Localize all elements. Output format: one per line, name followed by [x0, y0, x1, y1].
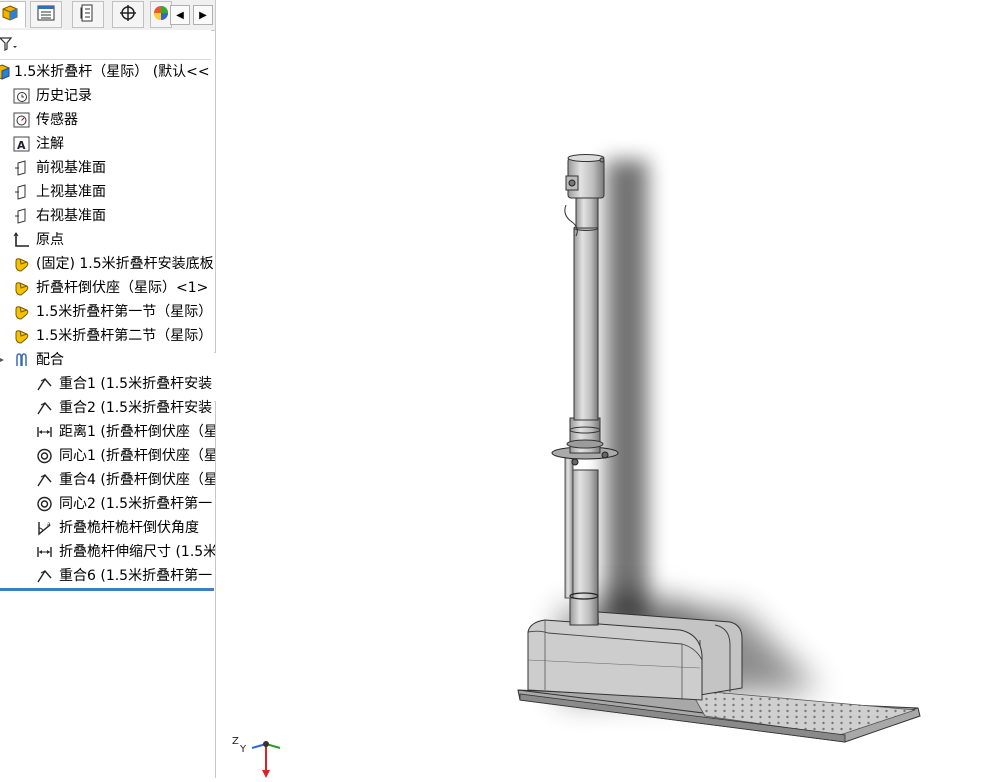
- mate-item-label: 同心1 (折叠杆倒伏座（星: [59, 448, 215, 464]
- distance-icon: [36, 544, 53, 560]
- mate-item-coincident-6[interactable]: 重合6 (1.5米折叠杆第一: [0, 564, 215, 588]
- feature-tree: 1.5米折叠杆（星际） (默认<< 历史记录 传感器 A 注解 前视基准面 上视…: [0, 60, 215, 588]
- tree-item-base-plate[interactable]: (固定) 1.5米折叠杆安装底板: [0, 252, 215, 276]
- triangle-left-icon: ◀: [176, 9, 184, 21]
- tree-item-label: 1.5米折叠杆第一节（星际）: [36, 304, 213, 320]
- tree-item-label: 1.5米折叠杆第二节（星际）: [36, 328, 213, 344]
- mates-icon: [13, 352, 30, 368]
- mate-item-distance-1[interactable]: 距离1 (折叠杆倒伏座（星: [0, 420, 215, 444]
- coincident-icon: [36, 568, 53, 584]
- svg-text:A: A: [17, 139, 26, 152]
- tree-root-label: 1.5米折叠杆（星际） (默认<<: [14, 64, 210, 80]
- concentric-icon: [36, 496, 53, 512]
- coincident-icon: [36, 472, 53, 488]
- tabs-scroll-left-button[interactable]: ◀: [170, 5, 190, 25]
- mast-section-one[interactable]: [564, 457, 599, 626]
- mate-item-coincident-4[interactable]: 重合4 (折叠杆倒伏座（星: [0, 468, 215, 492]
- mate-item-label: 重合2 (1.5米折叠杆安装: [59, 400, 213, 416]
- crosshair-icon: [119, 4, 137, 26]
- base-plate[interactable]: [517, 689, 921, 743]
- annotation-icon: A: [13, 136, 30, 152]
- tree-root-assembly[interactable]: 1.5米折叠杆（星际） (默认<<: [0, 60, 215, 84]
- tree-item-label: 历史记录: [36, 88, 92, 104]
- tree-item-top-plane[interactable]: 上视基准面: [0, 180, 215, 204]
- mast-top-head[interactable]: [564, 154, 605, 237]
- tree-item-front-plane[interactable]: 前视基准面: [0, 156, 215, 180]
- plane-icon: [13, 208, 30, 224]
- triangle-right-icon: ▶: [199, 9, 207, 21]
- tree-item-section-one[interactable]: 1.5米折叠杆第一节（星际）: [0, 300, 215, 324]
- filter-icon[interactable]: [0, 37, 18, 55]
- tree-item-right-plane[interactable]: 右视基准面: [0, 204, 215, 228]
- mate-item-label: 重合6 (1.5米折叠杆第一: [59, 568, 213, 584]
- mate-item-label: 同心2 (1.5米折叠杆第一: [59, 496, 213, 512]
- configuration-manager-tab[interactable]: [72, 1, 104, 28]
- mate-item-label: 重合1 (1.5米折叠杆安装: [59, 376, 213, 392]
- svg-text:a: a: [47, 521, 51, 528]
- history-icon: [13, 88, 30, 104]
- coincident-icon: [36, 376, 53, 392]
- view-triad: Z Y: [228, 730, 288, 782]
- collapse-icon[interactable]: [0, 352, 6, 368]
- distance-icon: [36, 424, 53, 440]
- tree-item-mates[interactable]: 配合: [0, 348, 215, 372]
- concentric-icon: [36, 448, 53, 464]
- tree-item-label: 原点: [36, 232, 64, 248]
- mate-item-concentric-2[interactable]: 同心2 (1.5米折叠杆第一: [0, 492, 215, 516]
- base-housing[interactable]: [527, 619, 703, 701]
- mate-item-label: 折叠桅杆桅杆倒伏角度: [59, 520, 199, 536]
- part-icon: [13, 304, 30, 320]
- tabs-scroll-right-button[interactable]: ▶: [193, 5, 213, 25]
- tree-item-origin[interactable]: 原点: [0, 228, 215, 252]
- tree-item-label: (固定) 1.5米折叠杆安装底板: [36, 256, 214, 272]
- plane-icon: [13, 184, 30, 200]
- feature-manager-tab[interactable]: [0, 1, 26, 28]
- mate-item-label: 距离1 (折叠杆倒伏座（星: [59, 424, 215, 440]
- tree-item-label: 折叠杆倒伏座（星际）<1>: [36, 280, 209, 296]
- angle-icon: a: [36, 520, 53, 536]
- filter-bar[interactable]: [0, 30, 211, 60]
- tree-item-history[interactable]: 历史记录: [0, 84, 215, 108]
- triad-z-label: Z: [232, 736, 239, 747]
- mate-item-concentric-1[interactable]: 同心1 (折叠杆倒伏座（星: [0, 444, 215, 468]
- tree-item-label: 注解: [36, 136, 64, 152]
- tree-item-folding-seat[interactable]: 折叠杆倒伏座（星际）<1>: [0, 276, 215, 300]
- color-wheel-icon: [153, 5, 169, 25]
- origin-icon: [13, 232, 30, 248]
- tree-item-section-two[interactable]: 1.5米折叠杆第二节（星际）: [0, 324, 215, 348]
- tree-item-label: 右视基准面: [36, 208, 106, 224]
- sensor-icon: [13, 112, 30, 128]
- triad-y-label: Y: [239, 744, 247, 755]
- tree-item-label: 传感器: [36, 112, 78, 128]
- tree-item-label: 上视基准面: [36, 184, 106, 200]
- tree-item-label: 前视基准面: [36, 160, 106, 176]
- dimxpert-manager-tab[interactable]: [112, 1, 144, 28]
- manager-tabs: ◀ ▶: [0, 0, 215, 31]
- tree-item-label: 配合: [36, 352, 64, 368]
- property-manager-icon: [37, 5, 55, 25]
- property-manager-tab[interactable]: [30, 1, 62, 28]
- tree-item-sensors[interactable]: 传感器: [0, 108, 215, 132]
- mate-item-label: 折叠桅杆伸缩尺寸 (1.5米: [59, 544, 215, 560]
- mate-item-coincident-1[interactable]: 重合1 (1.5米折叠杆安装: [0, 372, 215, 396]
- part-icon: [13, 280, 30, 296]
- mate-item-coincident-2[interactable]: 重合2 (1.5米折叠杆安装: [0, 396, 215, 420]
- coincident-icon: [36, 400, 53, 416]
- mate-item-label: 重合4 (折叠杆倒伏座（星: [59, 472, 215, 488]
- mast-section-two[interactable]: [573, 225, 599, 421]
- part-icon: [13, 256, 30, 272]
- plane-icon: [13, 160, 30, 176]
- tree-item-annotations[interactable]: A 注解: [0, 132, 215, 156]
- assembly-icon: [0, 64, 11, 80]
- mate-item-tilt-angle[interactable]: a 折叠桅杆桅杆倒伏角度: [0, 516, 215, 540]
- display-manager-tab[interactable]: [150, 1, 172, 28]
- folding-mast-model[interactable]: [216, 0, 1000, 778]
- part-icon: [13, 328, 30, 344]
- tree-scroll-indicator: [0, 588, 214, 591]
- mate-item-telescopic-size[interactable]: 折叠桅杆伸缩尺寸 (1.5米: [0, 540, 215, 564]
- graphics-area[interactable]: Z Y: [216, 0, 1000, 778]
- configuration-manager-icon: [80, 4, 96, 26]
- feature-manager-icon: [1, 4, 19, 26]
- feature-manager-panel: ◀ ▶ 1.5米折叠杆（星际） (默认<< 历史记录 传感器 A 注解 前视基准…: [0, 0, 216, 778]
